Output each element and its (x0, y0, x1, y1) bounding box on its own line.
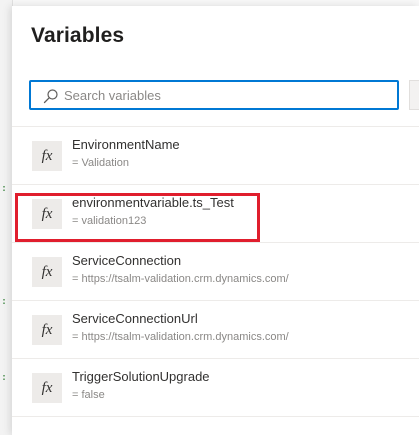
variable-value: = validation123 (72, 215, 147, 227)
variable-value: = false (72, 389, 105, 401)
fx-icon: fx (32, 315, 62, 345)
background-code-glyph: : (1, 183, 8, 194)
fx-icon: fx (32, 141, 62, 171)
search-icon (43, 89, 58, 104)
variable-name: environmentvariable.ts_Test (72, 195, 234, 210)
variables-panel: Variables fx EnvironmentName = Validatio… (12, 6, 419, 435)
variable-row[interactable]: fx ServiceConnection = https://tsalm-val… (12, 243, 419, 301)
panel-title: Variables (31, 24, 125, 47)
search-box[interactable] (29, 80, 399, 110)
background-code-glyph: : (1, 296, 8, 307)
variable-row[interactable]: fx ServiceConnectionUrl = https://tsalm-… (12, 301, 419, 359)
variable-value: = Validation (72, 157, 129, 169)
search-input[interactable] (64, 84, 384, 106)
filter-button[interactable] (409, 80, 419, 110)
fx-icon: fx (32, 373, 62, 403)
variable-name: EnvironmentName (72, 137, 180, 152)
variable-name: TriggerSolutionUpgrade (72, 369, 210, 384)
variable-value: = https://tsalm-validation.crm.dynamics.… (72, 273, 289, 285)
fx-icon: fx (32, 257, 62, 287)
variable-name: ServiceConnectionUrl (72, 311, 198, 326)
background-code-glyph: : (1, 372, 8, 383)
variable-list: fx EnvironmentName = Validation fx envir… (12, 127, 419, 417)
variable-value: = https://tsalm-validation.crm.dynamics.… (72, 331, 289, 343)
variable-row[interactable]: fx EnvironmentName = Validation (12, 127, 419, 185)
fx-icon: fx (32, 199, 62, 229)
screen: : : : Variables fx EnvironmentName = Val… (0, 0, 419, 435)
variable-row[interactable]: fx environmentvariable.ts_Test = validat… (12, 185, 419, 243)
variable-name: ServiceConnection (72, 253, 182, 268)
variable-row[interactable]: fx TriggerSolutionUpgrade = false (12, 359, 419, 417)
